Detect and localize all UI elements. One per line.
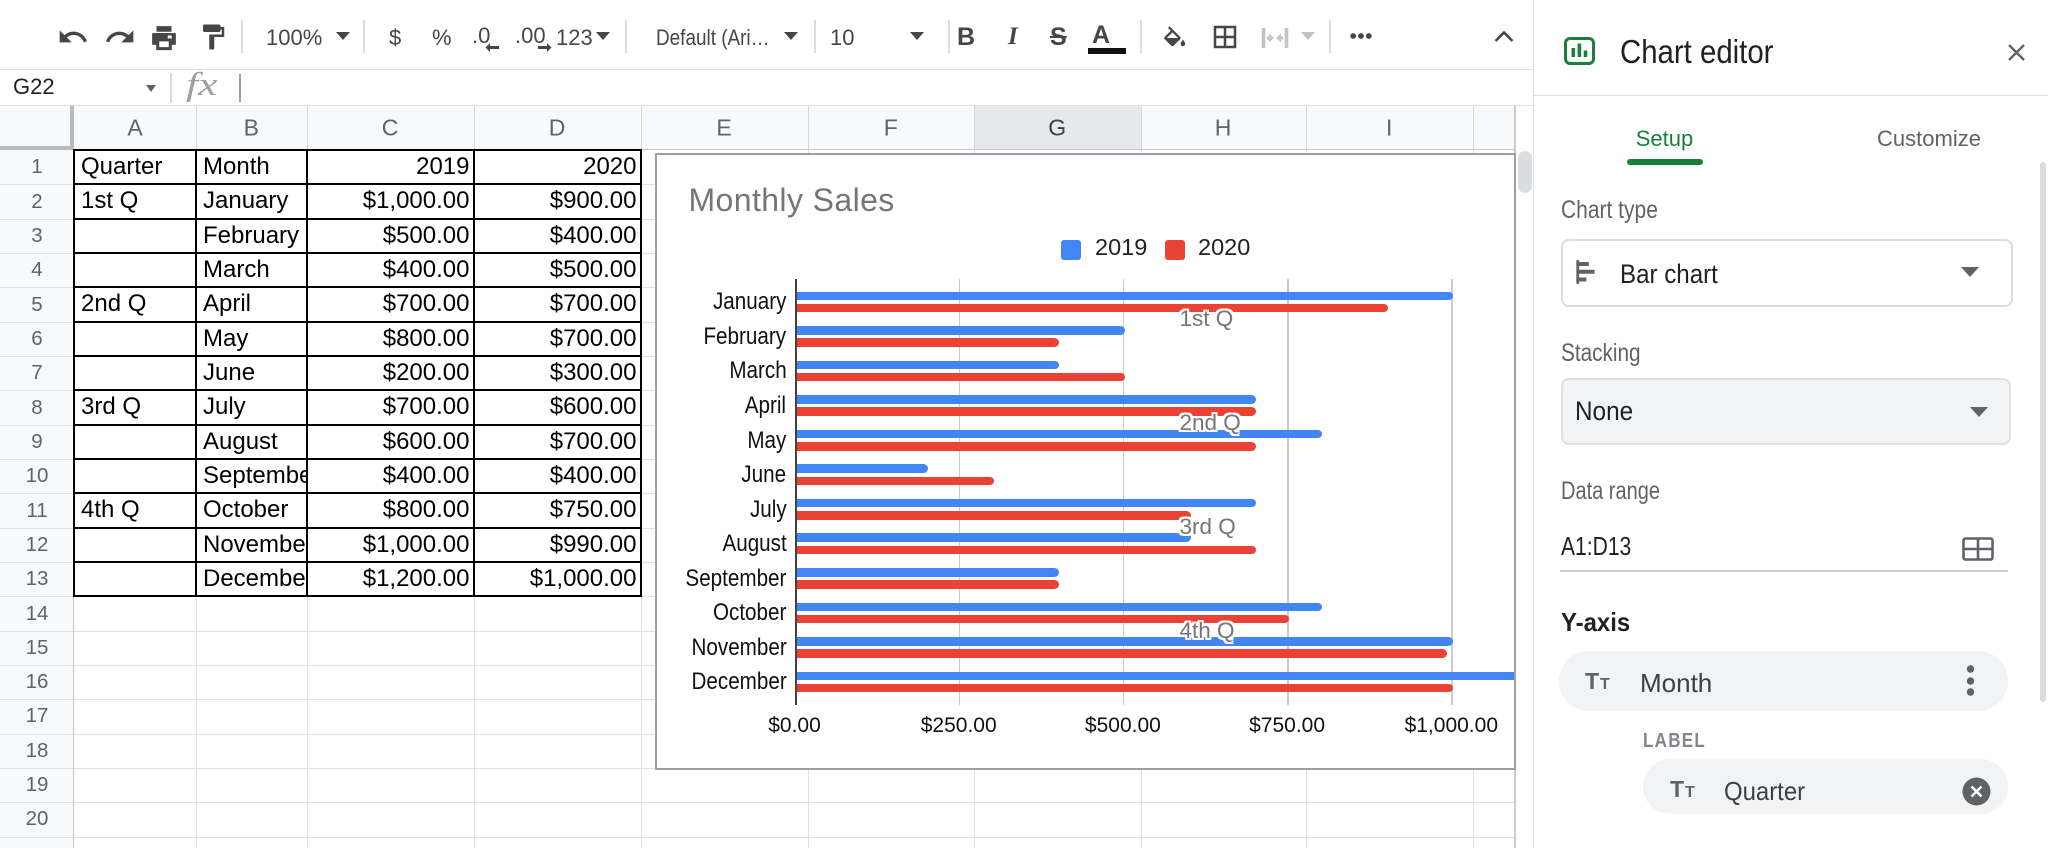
svg-text:T: T (1670, 777, 1684, 801)
svg-text:T: T (1585, 669, 1599, 693)
svg-text:T: T (1600, 676, 1610, 693)
svg-text:T: T (1685, 784, 1695, 801)
